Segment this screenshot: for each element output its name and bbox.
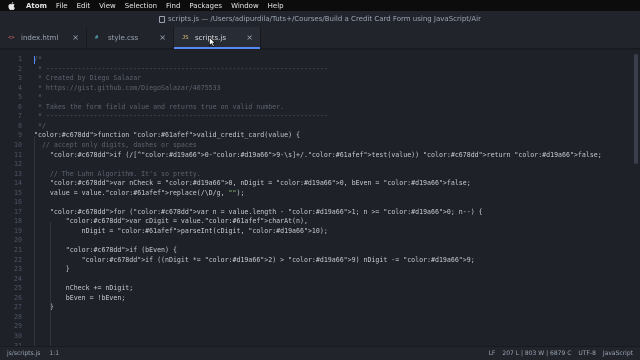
indent-guide xyxy=(34,136,35,346)
line-number[interactable]: 25 xyxy=(14,284,22,292)
line-number[interactable]: 14 xyxy=(14,179,22,187)
tab-label: style.css xyxy=(108,34,139,42)
vertical-scrollbar[interactable] xyxy=(634,54,638,164)
line-number[interactable]: 12 xyxy=(14,160,22,168)
line-number[interactable]: 16 xyxy=(14,198,22,206)
line-number[interactable]: 30 xyxy=(14,332,22,340)
js-file-icon: JS xyxy=(182,35,189,41)
tab-scripts-js[interactable]: JS scripts.js × xyxy=(174,27,261,49)
code-line[interactable]: * --------------------------------------… xyxy=(34,112,328,120)
line-number[interactable]: 27 xyxy=(14,303,22,311)
tab-label: index.html xyxy=(21,34,59,42)
line-number[interactable]: 10 xyxy=(14,141,22,149)
document-icon xyxy=(159,15,165,23)
menu-selection[interactable]: Selection xyxy=(125,2,157,10)
line-number[interactable]: 8 xyxy=(18,122,22,130)
code-line[interactable]: */ xyxy=(34,122,46,130)
code-line[interactable]: "color:#c678dd">if (bEven) { xyxy=(34,246,177,254)
line-number[interactable]: 3 xyxy=(18,74,22,82)
apple-icon[interactable] xyxy=(8,1,18,10)
line-number[interactable]: 17 xyxy=(14,208,22,216)
line-number[interactable]: 1 xyxy=(18,55,22,63)
code-line[interactable]: // The Luhn Algorithm. It's so pretty. xyxy=(34,170,201,178)
line-number[interactable]: 22 xyxy=(14,256,22,264)
code-editor[interactable]: 1 2 3 4 5 6 7 8 9 10 11 12 13 14 15 16 17 18 19 20 21 22 23 24 2… xyxy=(0,50,640,346)
status-cursor-position[interactable]: 1:1 xyxy=(49,350,59,357)
status-bar: js/scripts.js 1:1 LF 207 L | 803 W | 687… xyxy=(0,346,640,360)
css-file-icon: # xyxy=(95,35,99,41)
code-line[interactable]: "color:#c678dd">if (/[^"color:#d19a66">0… xyxy=(34,151,602,159)
menu-edit[interactable]: Edit xyxy=(77,2,91,10)
status-grammar[interactable]: JavaScript xyxy=(603,350,633,357)
code-line[interactable]: "color:#c678dd">var cDigit = value."colo… xyxy=(34,217,308,225)
code-line[interactable]: "color:#c678dd">function "color:#61afef"… xyxy=(34,131,300,139)
menu-find[interactable]: Find xyxy=(166,2,180,10)
line-number[interactable]: 18 xyxy=(14,217,22,225)
code-line[interactable]: } xyxy=(34,265,70,273)
close-icon[interactable]: × xyxy=(159,34,166,42)
status-encoding[interactable]: UTF-8 xyxy=(578,350,596,357)
code-line[interactable]: /* xyxy=(34,55,42,63)
code-line[interactable]: * --------------------------------------… xyxy=(34,65,328,73)
line-number[interactable]: 28 xyxy=(14,313,22,321)
indent-guide xyxy=(50,222,51,346)
line-number[interactable]: 9 xyxy=(18,131,22,139)
tab-bar: <> index.html × # style.css × JS scripts… xyxy=(0,27,640,49)
html-file-icon: <> xyxy=(8,35,15,41)
close-icon[interactable]: × xyxy=(72,34,79,42)
menu-window[interactable]: Window xyxy=(231,2,259,10)
line-number[interactable]: 29 xyxy=(14,322,22,330)
mouse-pointer-icon xyxy=(209,37,216,47)
tab-index-html[interactable]: <> index.html × xyxy=(0,27,87,49)
menu-file[interactable]: File xyxy=(56,2,68,10)
window-title-text: scripts.js — /Users/adipurdila/Tuts+/Cou… xyxy=(168,15,481,23)
line-number[interactable]: 24 xyxy=(14,275,22,283)
line-number[interactable]: 23 xyxy=(14,265,22,273)
menu-view[interactable]: View xyxy=(99,2,116,10)
line-number[interactable]: 6 xyxy=(18,103,22,111)
code-line[interactable]: bEven = !bEven; xyxy=(34,294,126,302)
status-line-ending[interactable]: LF xyxy=(489,350,496,357)
menu-packages[interactable]: Packages xyxy=(189,2,222,10)
line-number-gutter[interactable]: 1 2 3 4 5 6 7 8 9 10 11 12 13 14 15 16 17 18 19 20 21 22 23 24 2… xyxy=(0,50,28,346)
menu-app-atom[interactable]: Atom xyxy=(26,2,47,10)
menu-bar: Atom File Edit View Selection Find Packa… xyxy=(0,0,640,11)
text-cursor xyxy=(34,56,35,64)
code-area[interactable]: /* * -----------------------------------… xyxy=(34,50,634,346)
code-line[interactable]: "color:#c678dd">for ("color:#c678dd">var… xyxy=(34,208,483,216)
tab-style-css[interactable]: # style.css × xyxy=(87,27,174,49)
menu-help[interactable]: Help xyxy=(268,2,284,10)
code-line[interactable]: * Created by Diego Salazar xyxy=(34,74,141,82)
line-number[interactable]: 7 xyxy=(18,112,22,120)
window-title: scripts.js — /Users/adipurdila/Tuts+/Cou… xyxy=(159,15,481,23)
code-line[interactable]: "color:#c678dd">if ((nDigit *= "color:#d… xyxy=(34,256,475,264)
code-line[interactable]: nDigit = "color:#61afef">parseInt(cDigit… xyxy=(34,227,328,235)
line-number[interactable]: 4 xyxy=(18,84,22,92)
close-icon[interactable]: × xyxy=(246,34,253,42)
status-word-count: 207 L | 803 W | 6879 C xyxy=(502,350,572,357)
line-number[interactable]: 5 xyxy=(18,93,22,101)
line-number[interactable]: 2 xyxy=(18,65,22,73)
code-line[interactable]: * xyxy=(34,93,42,101)
code-line[interactable]: // accept only digits, dashes or spaces xyxy=(34,141,197,149)
status-file-path[interactable]: js/scripts.js xyxy=(7,350,40,357)
line-number[interactable]: 15 xyxy=(14,189,22,197)
line-number[interactable]: 13 xyxy=(14,170,22,178)
window-title-bar[interactable]: scripts.js — /Users/adipurdila/Tuts+/Cou… xyxy=(0,11,640,27)
code-line[interactable]: value = value."color:#61afef">replace(/\… xyxy=(34,189,245,197)
line-number[interactable]: 20 xyxy=(14,236,22,244)
line-number[interactable]: 19 xyxy=(14,227,22,235)
line-number[interactable]: 26 xyxy=(14,294,22,302)
line-number[interactable]: 11 xyxy=(14,151,22,159)
code-line[interactable]: * Takes the form field value and returns… xyxy=(34,103,284,111)
code-line[interactable]: * https://gist.github.com/DiegoSalazar/4… xyxy=(34,84,221,92)
code-line[interactable]: "color:#c678dd">var nCheck = "color:#d19… xyxy=(34,179,471,187)
code-line[interactable]: nCheck += nDigit; xyxy=(34,284,134,292)
line-number[interactable]: 21 xyxy=(14,246,22,254)
